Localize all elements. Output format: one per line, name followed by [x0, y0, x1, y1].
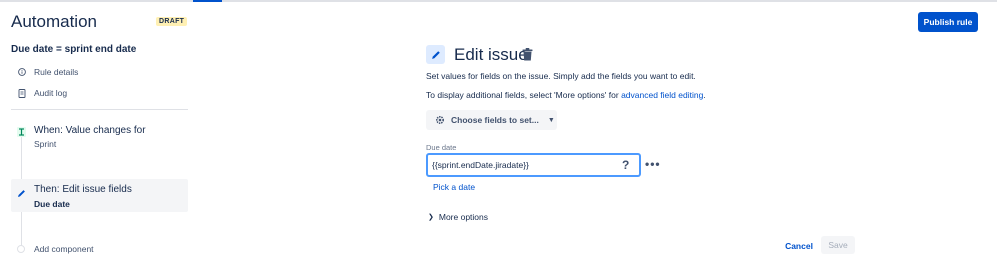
due-date-label: Due date — [426, 143, 457, 152]
choose-fields-label: Choose fields to set... — [451, 115, 539, 125]
rule-sidebar: Automation DRAFT Due date = sprint end d… — [0, 0, 200, 271]
sidebar-item-rule-details[interactable]: Rule details — [18, 67, 78, 77]
advanced-field-editing-link[interactable]: advanced field editing — [621, 90, 703, 100]
more-actions-icon[interactable]: ••• — [645, 157, 661, 171]
help-icon[interactable]: ? — [622, 158, 629, 172]
hint-text: To display additional fields, select 'Mo… — [426, 90, 622, 100]
choose-fields-button[interactable]: Choose fields to set... ▼ — [426, 110, 557, 130]
more-options-toggle[interactable]: ❯ More options — [428, 212, 488, 222]
chevron-right-icon: ❯ — [428, 214, 434, 221]
add-component-button[interactable]: Add component — [34, 244, 94, 254]
action-subtitle: Due date — [34, 199, 70, 209]
pick-a-date-link[interactable]: Pick a date — [433, 182, 475, 192]
more-options-label: More options — [438, 212, 489, 222]
gear-icon — [435, 115, 445, 125]
panel-hint: To display additional fields, select 'Mo… — [426, 90, 706, 100]
trigger-title: When: Value changes for — [34, 125, 146, 136]
publish-rule-button[interactable]: Publish rule — [918, 12, 978, 32]
panel-description: Set values for fields on the issue. Simp… — [426, 71, 696, 81]
trash-icon[interactable] — [522, 48, 533, 61]
page-title: Automation — [11, 12, 97, 31]
pencil-icon — [17, 185, 26, 197]
chevron-down-icon: ▼ — [547, 116, 555, 124]
due-date-input[interactable]: {{sprint.endDate.jiradate}} — [426, 153, 641, 177]
status-badge: DRAFT — [156, 17, 188, 26]
action-panel-title: Edit issue — [454, 45, 528, 64]
trigger-subtitle: Sprint — [34, 139, 57, 149]
sidebar-item-label: Rule details — [34, 67, 79, 77]
trigger-icon — [17, 124, 26, 137]
document-icon — [18, 88, 26, 98]
pencil-icon — [426, 45, 445, 64]
sidebar-item-label: Audit log — [34, 88, 68, 98]
cancel-button[interactable]: Cancel — [782, 237, 816, 255]
save-button[interactable]: Save — [821, 236, 855, 254]
add-component-dot — [17, 245, 25, 253]
action-title: Then: Edit issue fields — [34, 184, 132, 195]
divider — [11, 109, 188, 110]
rule-name: Due date = sprint end date — [11, 44, 137, 55]
info-icon — [18, 68, 26, 76]
sidebar-item-audit-log[interactable]: Audit log — [18, 88, 67, 98]
hint-suffix: . — [703, 90, 706, 100]
